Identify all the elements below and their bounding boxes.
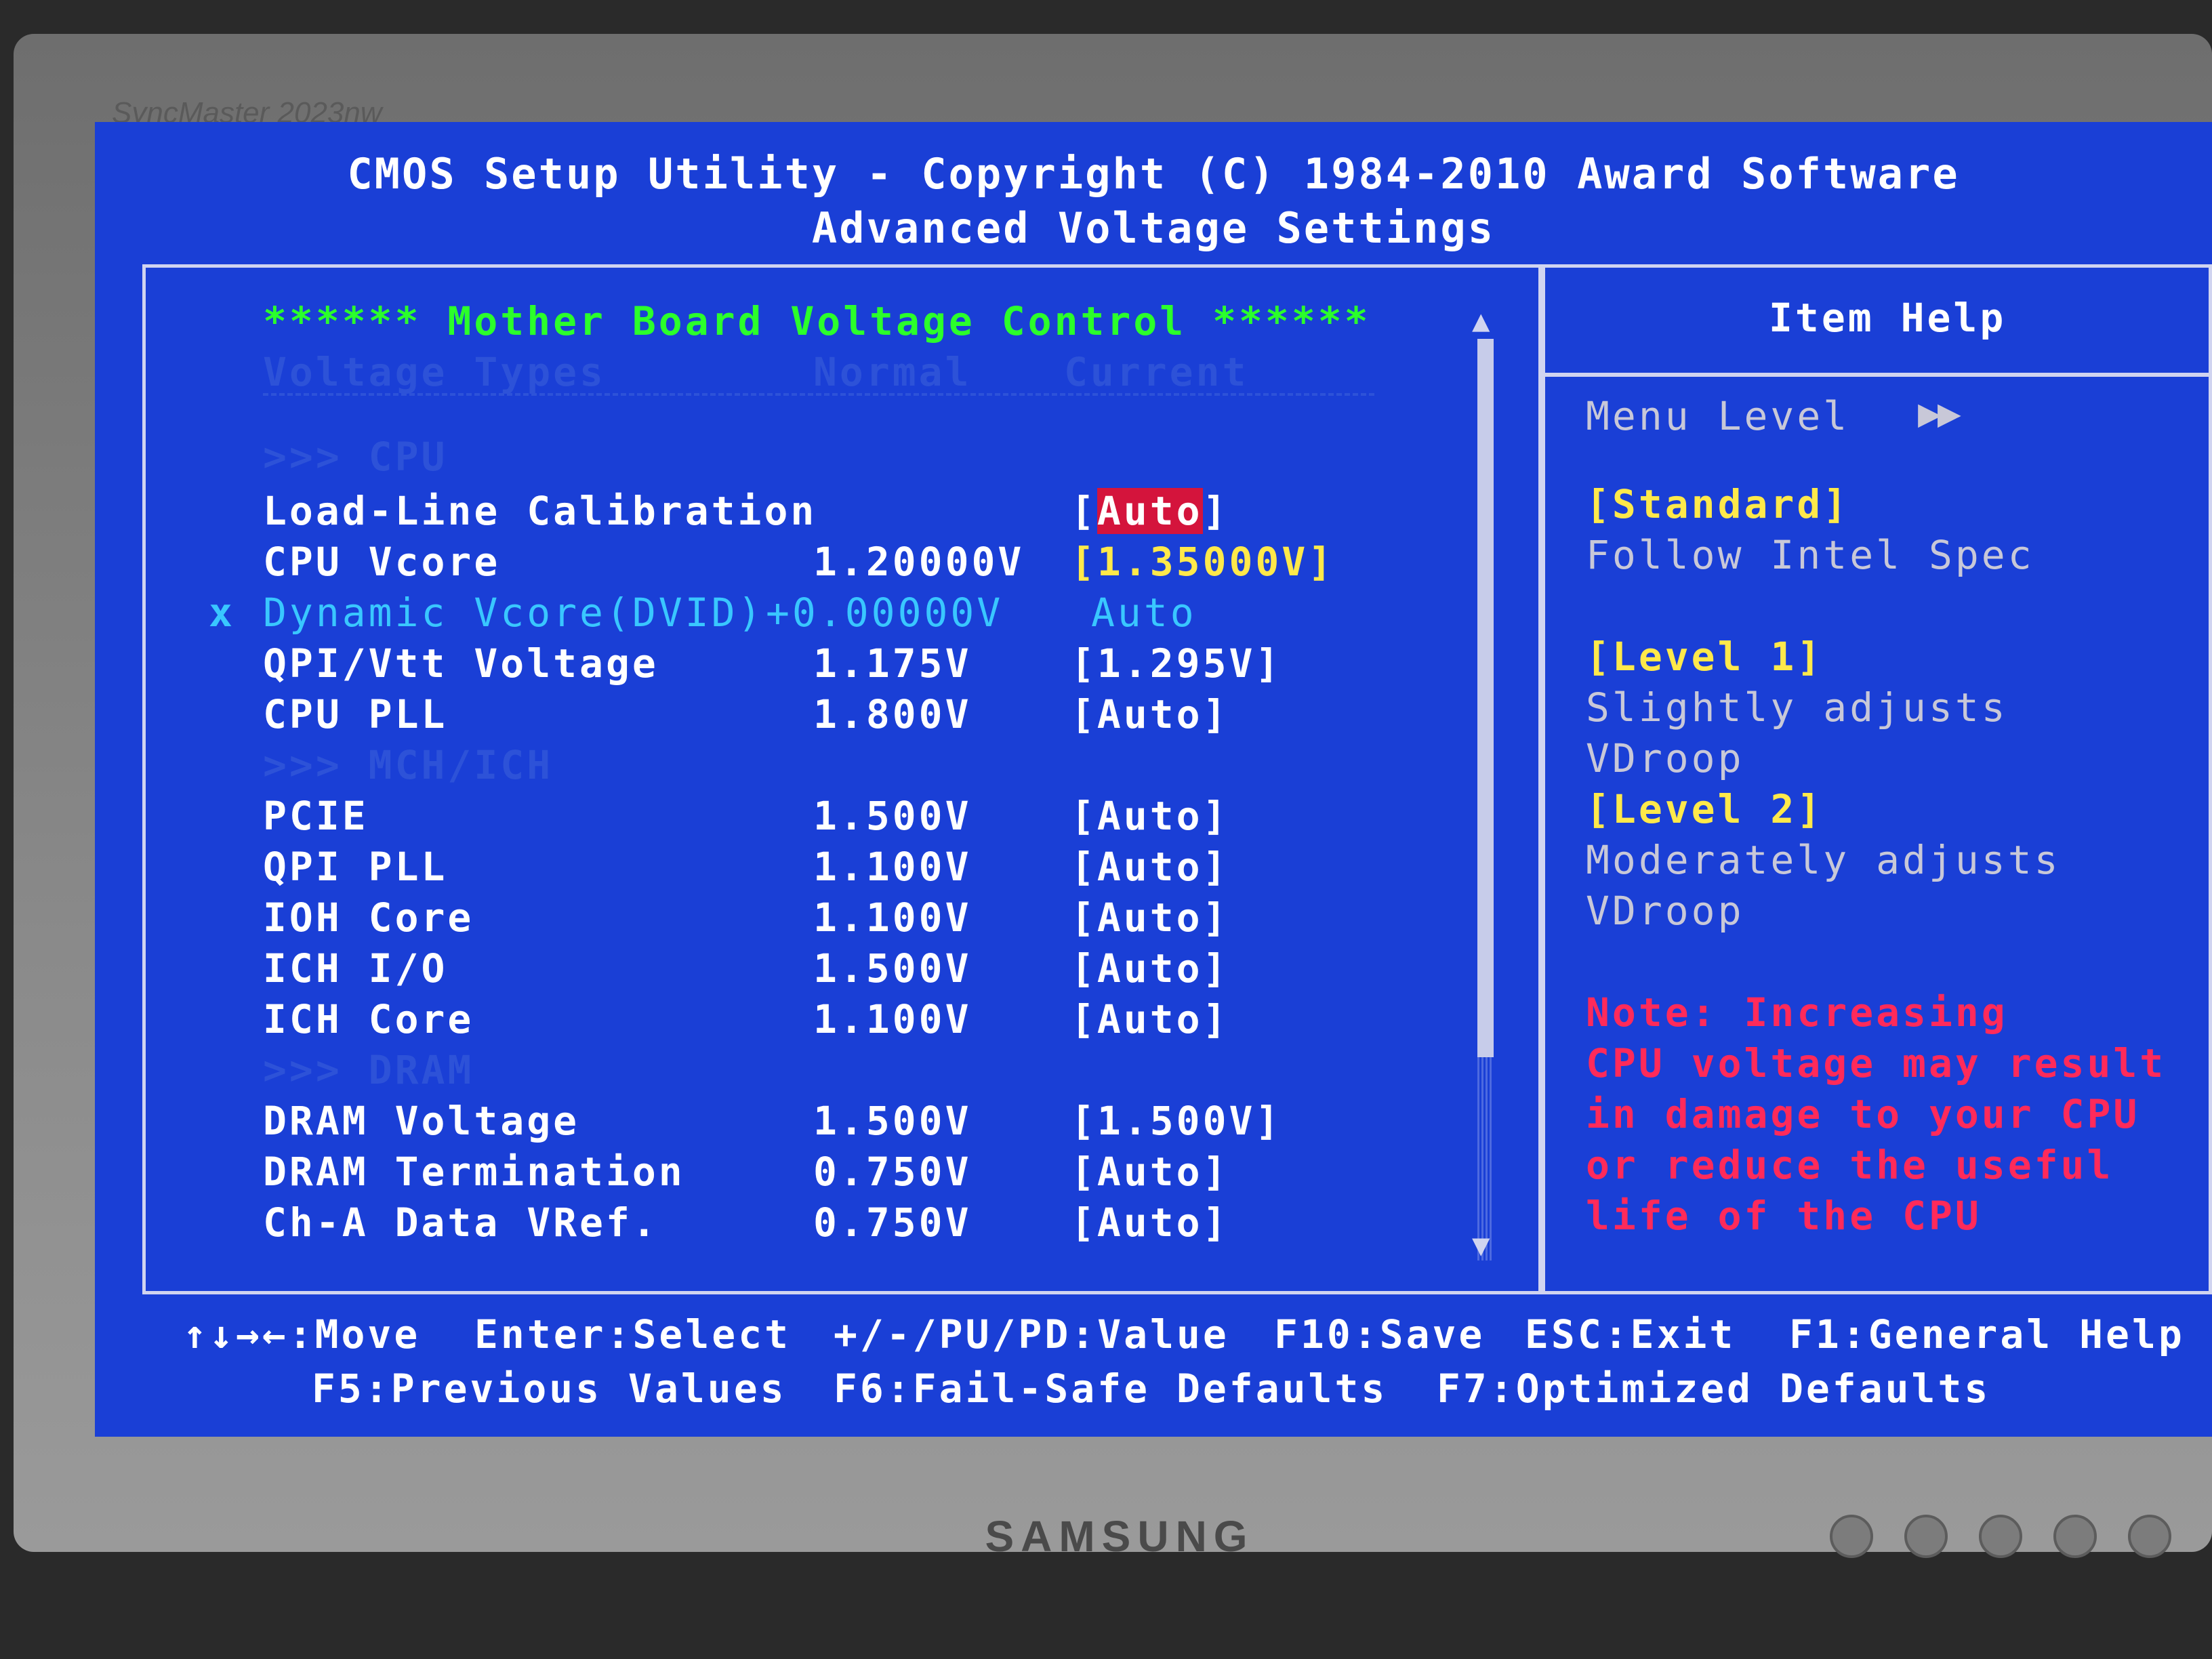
monitor-source-button[interactable] — [2053, 1515, 2097, 1558]
help-text: Follow Intel Spec — [1586, 532, 2034, 578]
menu-level-arrows-icon: ▶▶ — [1918, 390, 1961, 436]
item-label: CPU Vcore — [263, 539, 501, 585]
help-note: or reduce the useful — [1586, 1142, 2114, 1188]
column-header-types: Voltage Types — [263, 349, 606, 395]
key-failsafe-defaults: F6:Fail-Safe Defaults — [834, 1366, 1388, 1412]
help-title: Item Help — [1769, 295, 2007, 341]
help-note: Note: Increasing — [1586, 989, 2008, 1036]
item-current[interactable]: [Auto] — [1071, 996, 1229, 1042]
key-move: ↑↓→←:Move — [183, 1311, 421, 1357]
item-label: DRAM Voltage — [263, 1098, 580, 1144]
monitor-up-button[interactable] — [1979, 1515, 2022, 1558]
help-option-level1: [Level 1] — [1586, 634, 1824, 680]
item-label: PCIE — [263, 793, 369, 839]
item-label: ICH I/O — [263, 945, 448, 991]
item-current[interactable]: [Auto] — [1071, 945, 1229, 991]
menu-level-label: Menu Level — [1586, 393, 1850, 439]
key-help-bar: ↑↓→←:Move Enter:Select +/-/PU/PD:Value F… — [95, 1294, 2212, 1437]
help-text: VDroop — [1586, 735, 1744, 781]
scrollbar-thumb[interactable] — [1477, 339, 1494, 1057]
bios-screen: CMOS Setup Utility - Copyright (C) 1984-… — [95, 122, 2212, 1437]
item-label: DRAM Termination — [263, 1149, 685, 1195]
disabled-marker: x — [209, 590, 235, 636]
item-label: Ch-A Data VRef. — [263, 1200, 659, 1246]
item-normal: 1.20000V — [813, 539, 1025, 585]
item-label: Load-Line Calibration — [263, 488, 817, 534]
help-option-standard: [Standard] — [1586, 481, 1850, 527]
item-label: QPI PLL — [263, 844, 448, 890]
item-current[interactable]: [Auto] — [1071, 1200, 1229, 1246]
item-normal: 1.100V — [813, 844, 972, 890]
item-label: CPU PLL — [263, 691, 448, 737]
page-title: Advanced Voltage Settings — [811, 203, 1496, 253]
group-label-mch-ich: >>> MCH/ICH — [263, 742, 554, 788]
key-value: +/-/PU/PD:Value — [834, 1311, 1229, 1357]
frame-divider — [1538, 264, 1545, 1294]
group-label-cpu: >>> CPU — [263, 434, 448, 480]
column-header-current: Current — [1064, 349, 1249, 395]
item-normal: 1.100V — [813, 996, 972, 1042]
monitor-menu-button[interactable] — [1830, 1515, 1873, 1558]
item-label: QPI/Vtt Voltage — [263, 640, 659, 687]
key-previous-values: F5:Previous Values — [312, 1366, 787, 1412]
item-normal: 1.100V — [813, 895, 972, 941]
item-current[interactable]: [Auto] — [1071, 844, 1229, 890]
item-current[interactable]: [Auto] — [1071, 691, 1229, 737]
help-note: CPU voltage may result — [1586, 1040, 2167, 1086]
monitor-power-button[interactable] — [2128, 1515, 2171, 1558]
scroll-up-arrow-icon[interactable]: ▲ — [1472, 304, 1490, 338]
item-normal: 1.800V — [813, 691, 972, 737]
key-save: F10:Save — [1274, 1311, 1486, 1357]
help-note: life of the CPU — [1586, 1193, 1982, 1239]
item-current: [Auto] — [1071, 488, 1229, 534]
column-header-rule — [263, 393, 1374, 396]
column-header-normal: Normal — [813, 349, 972, 395]
item-label: Dynamic Vcore(DVID) — [263, 590, 764, 636]
help-text: Moderately adjusts — [1586, 837, 2061, 883]
item-current[interactable]: [Auto] — [1071, 793, 1229, 839]
help-text: Slightly adjusts — [1586, 684, 2008, 731]
key-general-help: F1:General Help — [1789, 1311, 2185, 1357]
key-select: Enter:Select — [474, 1311, 792, 1357]
help-option-level2: [Level 2] — [1586, 786, 1824, 832]
bios-title: CMOS Setup Utility - Copyright (C) 1984-… — [347, 149, 1960, 199]
help-note: in damage to your CPU — [1586, 1091, 2140, 1137]
item-normal: 0.750V — [813, 1200, 972, 1246]
item-label: IOH Core — [263, 895, 474, 941]
item-current[interactable]: [1.35000V] — [1071, 539, 1334, 585]
item-normal: 0.750V — [813, 1149, 972, 1195]
item-normal: 1.500V — [813, 945, 972, 991]
help-text: VDroop — [1586, 888, 1744, 934]
monitor-brand-logo: SAMSUNG — [985, 1512, 1254, 1561]
scroll-down-arrow-icon[interactable]: ▼ — [1472, 1228, 1490, 1263]
item-normal: 1.500V — [813, 793, 972, 839]
selected-value[interactable]: Auto — [1097, 488, 1203, 534]
item-normal: +0.00000V — [766, 590, 1004, 636]
section-title: ****** Mother Board Voltage Control ****… — [263, 298, 1371, 344]
item-label: ICH Core — [263, 996, 474, 1042]
item-normal: 1.500V — [813, 1098, 972, 1144]
monitor-down-button[interactable] — [1904, 1515, 1948, 1558]
help-title-rule — [1545, 373, 2212, 377]
item-current[interactable]: [Auto] — [1071, 895, 1229, 941]
group-label-dram: >>> DRAM — [263, 1047, 474, 1093]
item-current: Auto — [1091, 590, 1197, 636]
key-exit: ESC:Exit — [1525, 1311, 1736, 1357]
item-current[interactable]: [Auto] — [1071, 1149, 1229, 1195]
item-normal: 1.175V — [813, 640, 972, 687]
item-current[interactable]: [1.500V] — [1071, 1098, 1282, 1144]
item-current[interactable]: [1.295V] — [1071, 640, 1282, 687]
key-optimized-defaults: F7:Optimized Defaults — [1437, 1366, 1991, 1412]
